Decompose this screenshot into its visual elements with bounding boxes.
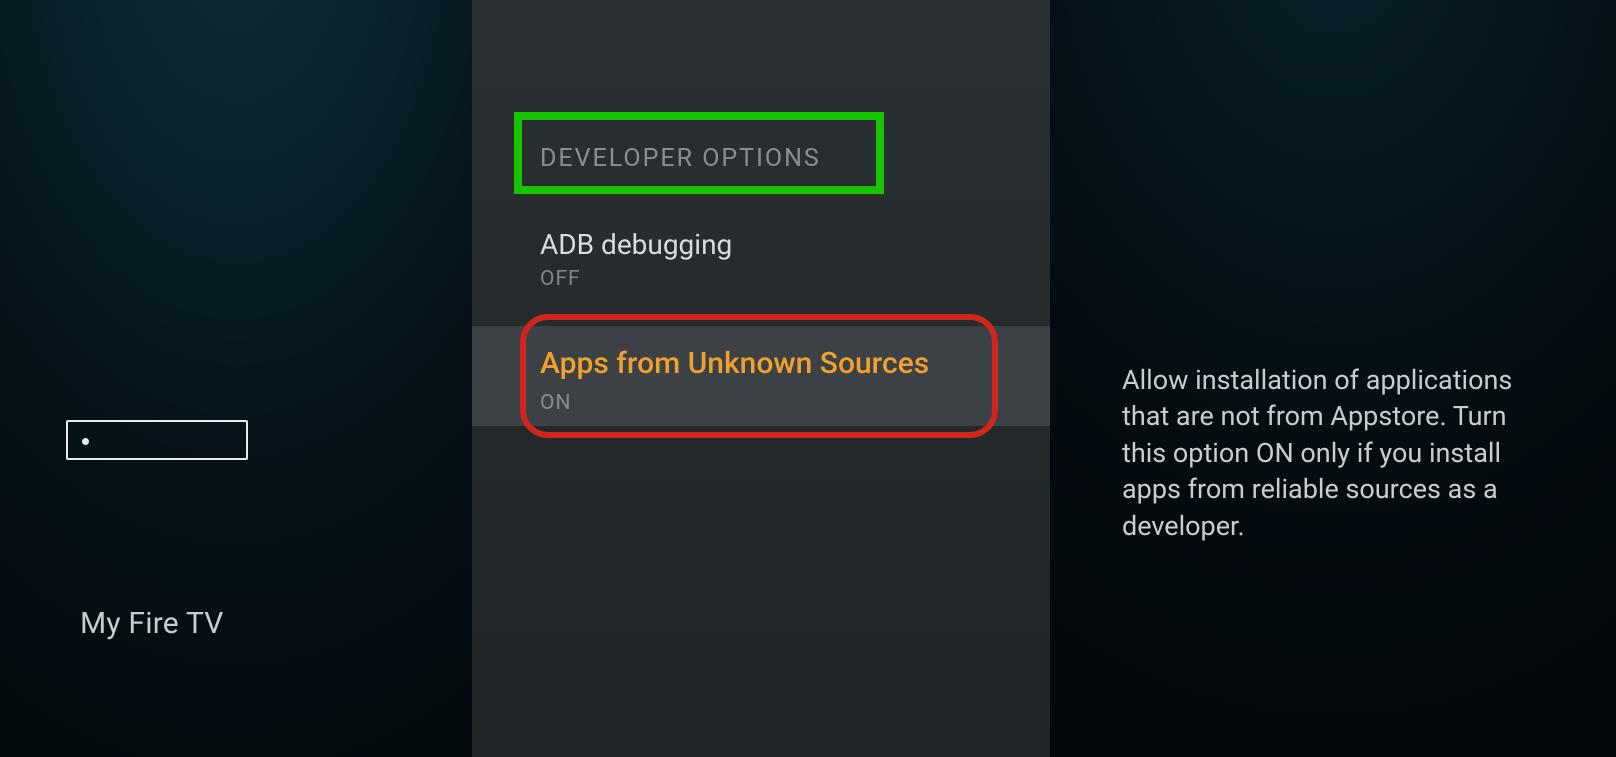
- option-apps-from-unknown-sources-title: Apps from Unknown Sources: [540, 346, 1040, 381]
- option-apps-from-unknown-sources[interactable]: Apps from Unknown Sources ON: [540, 346, 1040, 415]
- option-description-text: Allow installation of applications that …: [1122, 362, 1542, 544]
- screen: My Fire TV DEVELOPER OPTIONS ADB debuggi…: [0, 0, 1616, 757]
- option-apps-from-unknown-sources-state: ON: [540, 391, 1040, 415]
- preview-indicator-box: [66, 420, 248, 460]
- parent-menu-label: My Fire TV: [80, 606, 224, 641]
- left-panel: My Fire TV: [0, 0, 472, 757]
- option-adb-debugging-state: OFF: [540, 267, 1040, 291]
- option-adb-debugging[interactable]: ADB debugging OFF: [540, 228, 1040, 291]
- option-adb-debugging-title: ADB debugging: [540, 228, 1040, 261]
- section-header-developer-options: DEVELOPER OPTIONS: [540, 144, 821, 173]
- preview-indicator-dot-icon: [82, 438, 89, 445]
